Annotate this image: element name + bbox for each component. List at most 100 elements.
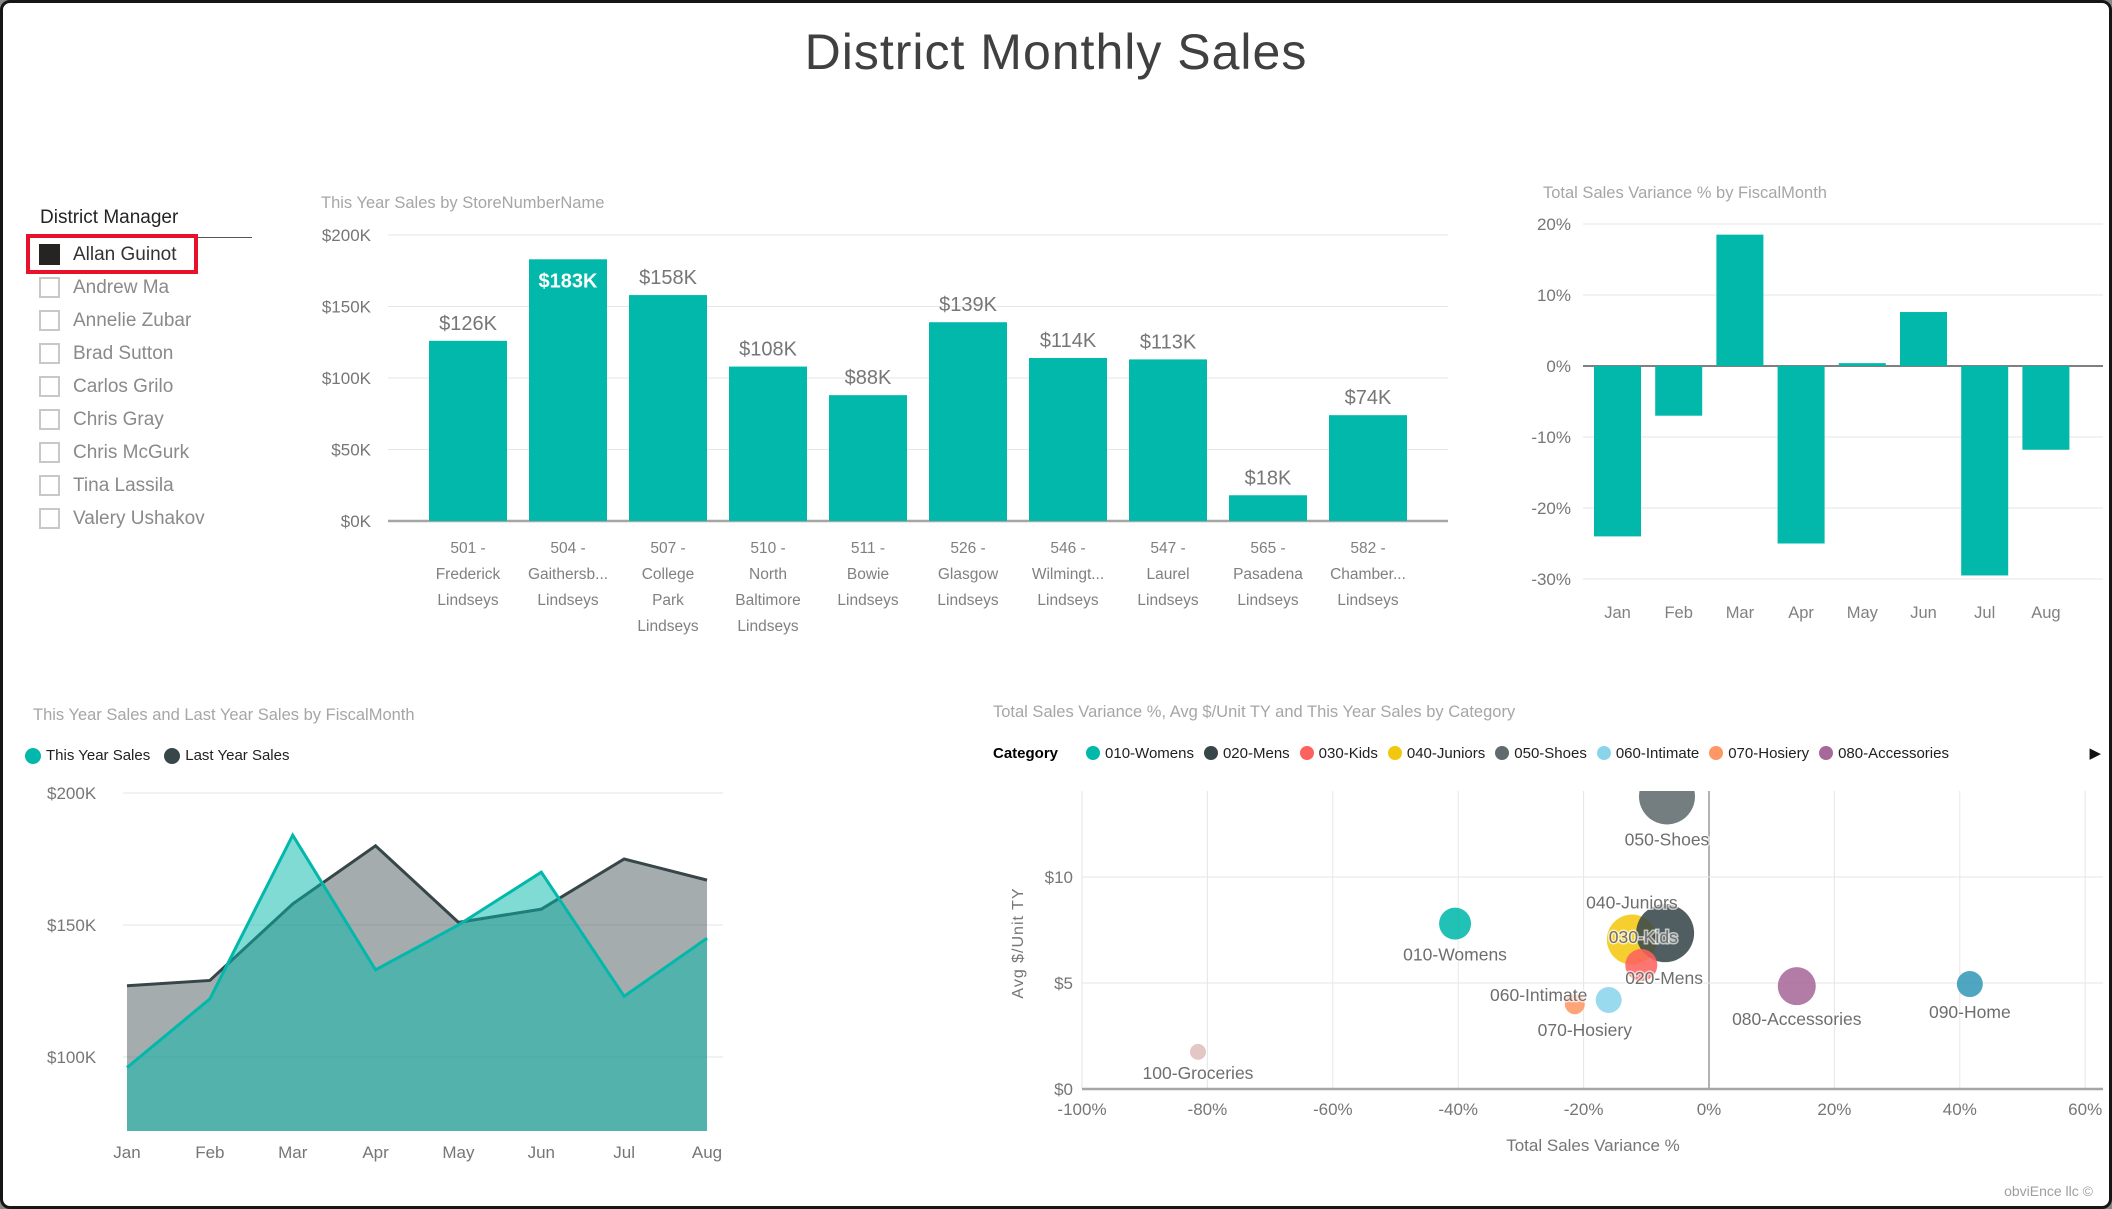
bubble-label-080-accessories: 080-Accessories xyxy=(1732,1009,1862,1029)
store-bar[interactable] xyxy=(429,341,507,521)
bar-data-label: $139K xyxy=(939,294,997,316)
x-axis-label: Jun xyxy=(528,1143,555,1162)
x-axis-label: Lindseys xyxy=(1337,592,1398,609)
bar-data-label: $158K xyxy=(639,267,697,289)
x-axis-label: North xyxy=(749,566,787,583)
bar-data-label: $74K xyxy=(1345,387,1392,409)
checkbox-unchecked[interactable] xyxy=(39,376,60,397)
y-tick-label: 10% xyxy=(1537,286,1571,305)
store-bar[interactable] xyxy=(529,259,607,521)
bubble-label-050-shoes: 050-Shoes xyxy=(1625,829,1710,849)
bubble-050-shoes[interactable] xyxy=(1639,783,1695,824)
store-bar[interactable] xyxy=(829,395,907,521)
checkbox-unchecked[interactable] xyxy=(39,409,60,430)
bubble-100-groceries[interactable] xyxy=(1190,1044,1206,1060)
bubble-010-womens[interactable] xyxy=(1439,908,1471,940)
store-bar[interactable] xyxy=(929,322,1007,521)
slicer-item-allan-guinot[interactable]: Allan Guinot xyxy=(33,238,255,271)
checkbox-unchecked[interactable] xyxy=(39,277,60,298)
store-bar[interactable] xyxy=(729,367,807,521)
store-bar[interactable] xyxy=(1029,358,1107,521)
variance-bar[interactable] xyxy=(1961,366,2008,575)
variance-bar-chart: Total Sales Variance % by FiscalMonth 20… xyxy=(1523,173,2112,643)
legend-label: 040-Juniors xyxy=(1407,745,1485,762)
variance-bar[interactable] xyxy=(1716,235,1763,366)
x-tick-label: -100% xyxy=(1057,1100,1106,1119)
legend-item-040-juniors[interactable]: 040-Juniors xyxy=(1388,745,1485,762)
x-axis-label: 546 - xyxy=(1050,540,1085,557)
variance-bar[interactable] xyxy=(1655,366,1702,416)
slicer-item-tina-lassila[interactable]: Tina Lassila xyxy=(33,469,255,502)
checkbox-unchecked[interactable] xyxy=(39,475,60,496)
bar-data-label: $126K xyxy=(439,313,497,335)
y-tick-label: $200K xyxy=(322,226,372,245)
x-axis-label: May xyxy=(1847,604,1879,622)
legend-item-020-mens[interactable]: 020-Mens xyxy=(1204,745,1290,762)
y-tick-label: $150K xyxy=(47,916,97,935)
legend-item-030-kids[interactable]: 030-Kids xyxy=(1300,745,1378,762)
variance-bar[interactable] xyxy=(1594,366,1641,536)
legend-item-050-shoes[interactable]: 050-Shoes xyxy=(1495,745,1587,762)
bubble-080-accessories[interactable] xyxy=(1778,967,1816,1005)
slicer-item-andrew-ma[interactable]: Andrew Ma xyxy=(33,271,255,304)
x-axis-label: 504 - xyxy=(550,540,585,557)
store-bar[interactable] xyxy=(1329,415,1407,521)
legend-item-last-year-sales[interactable]: Last Year Sales xyxy=(164,747,289,764)
checkbox-unchecked[interactable] xyxy=(39,343,60,364)
checkbox-unchecked[interactable] xyxy=(39,310,60,331)
slicer-item-annelie-zubar[interactable]: Annelie Zubar xyxy=(33,304,255,337)
slicer-item-label: Valery Ushakov xyxy=(73,508,205,530)
x-axis-label: Frederick xyxy=(436,566,501,583)
legend-label: Last Year Sales xyxy=(185,747,289,764)
slicer-item-brad-sutton[interactable]: Brad Sutton xyxy=(33,337,255,370)
legend-dot xyxy=(164,748,180,764)
x-axis-label: 501 - xyxy=(450,540,485,557)
x-axis-label: Feb xyxy=(195,1143,224,1162)
legend-item-this-year-sales[interactable]: This Year Sales xyxy=(25,747,150,764)
variance-bar[interactable] xyxy=(1839,363,1886,366)
y-tick-label: $5 xyxy=(1054,974,1073,993)
store-bar[interactable] xyxy=(1129,359,1207,521)
x-axis-label: Lindseys xyxy=(1237,592,1298,609)
legend-label: 030-Kids xyxy=(1319,745,1378,762)
variance-chart-title: Total Sales Variance % by FiscalMonth xyxy=(1543,184,1827,202)
scatter-category-legend: Category010-Womens020-Mens030-Kids040-Ju… xyxy=(993,744,2101,762)
legend-item-060-intimate[interactable]: 060-Intimate xyxy=(1597,745,1699,762)
x-axis-label: Glasgow xyxy=(938,566,999,583)
bubble-label-010-womens: 010-Womens xyxy=(1403,945,1507,965)
legend-item-010-womens[interactable]: 010-Womens xyxy=(1086,745,1194,762)
variance-bar[interactable] xyxy=(2022,366,2069,450)
bubble-label-090-home: 090-Home xyxy=(1929,1002,2011,1022)
x-axis-label: Laurel xyxy=(1146,566,1189,583)
variance-bar[interactable] xyxy=(1900,312,1947,366)
legend-item-080-accessories[interactable]: 080-Accessories xyxy=(1819,745,1949,762)
y-tick-label: $100K xyxy=(322,369,372,388)
bar-data-label: $88K xyxy=(845,367,892,389)
slicer-item-carlos-grilo[interactable]: Carlos Grilo xyxy=(33,370,255,403)
page-title: District Monthly Sales xyxy=(3,23,2109,81)
store-bar[interactable] xyxy=(1229,495,1307,521)
variance-bar[interactable] xyxy=(1778,366,1825,544)
bar-data-label: $18K xyxy=(1245,467,1292,489)
slicer-item-valery-ushakov[interactable]: Valery Ushakov xyxy=(33,502,255,535)
x-tick-label: 60% xyxy=(2068,1100,2102,1119)
slicer-item-chris-gray[interactable]: Chris Gray xyxy=(33,403,255,436)
x-axis-label: Chamber... xyxy=(1330,566,1406,583)
legend-item-070-hosiery[interactable]: 070-Hosiery xyxy=(1709,745,1809,762)
checkbox-unchecked[interactable] xyxy=(39,508,60,529)
x-axis-label: Jul xyxy=(613,1143,635,1162)
store-bar[interactable] xyxy=(629,295,707,521)
slicer-item-chris-mcgurk[interactable]: Chris McGurk xyxy=(33,436,255,469)
y-tick-label: -30% xyxy=(1531,570,1571,589)
checkbox-unchecked[interactable] xyxy=(39,442,60,463)
bubble-060-intimate[interactable] xyxy=(1596,987,1622,1013)
legend-scroll-right-icon[interactable]: ▶ xyxy=(2089,744,2101,762)
x-axis-label: Park xyxy=(652,592,684,609)
x-axis-label: Jan xyxy=(1604,604,1631,622)
x-axis-label: Lindseys xyxy=(437,592,498,609)
checkbox-checked[interactable] xyxy=(39,244,60,265)
slicer-item-label: Allan Guinot xyxy=(73,244,177,266)
legend-dot xyxy=(25,748,41,764)
x-axis-label: Jul xyxy=(1974,604,1995,622)
bubble-090-home[interactable] xyxy=(1957,971,1983,997)
